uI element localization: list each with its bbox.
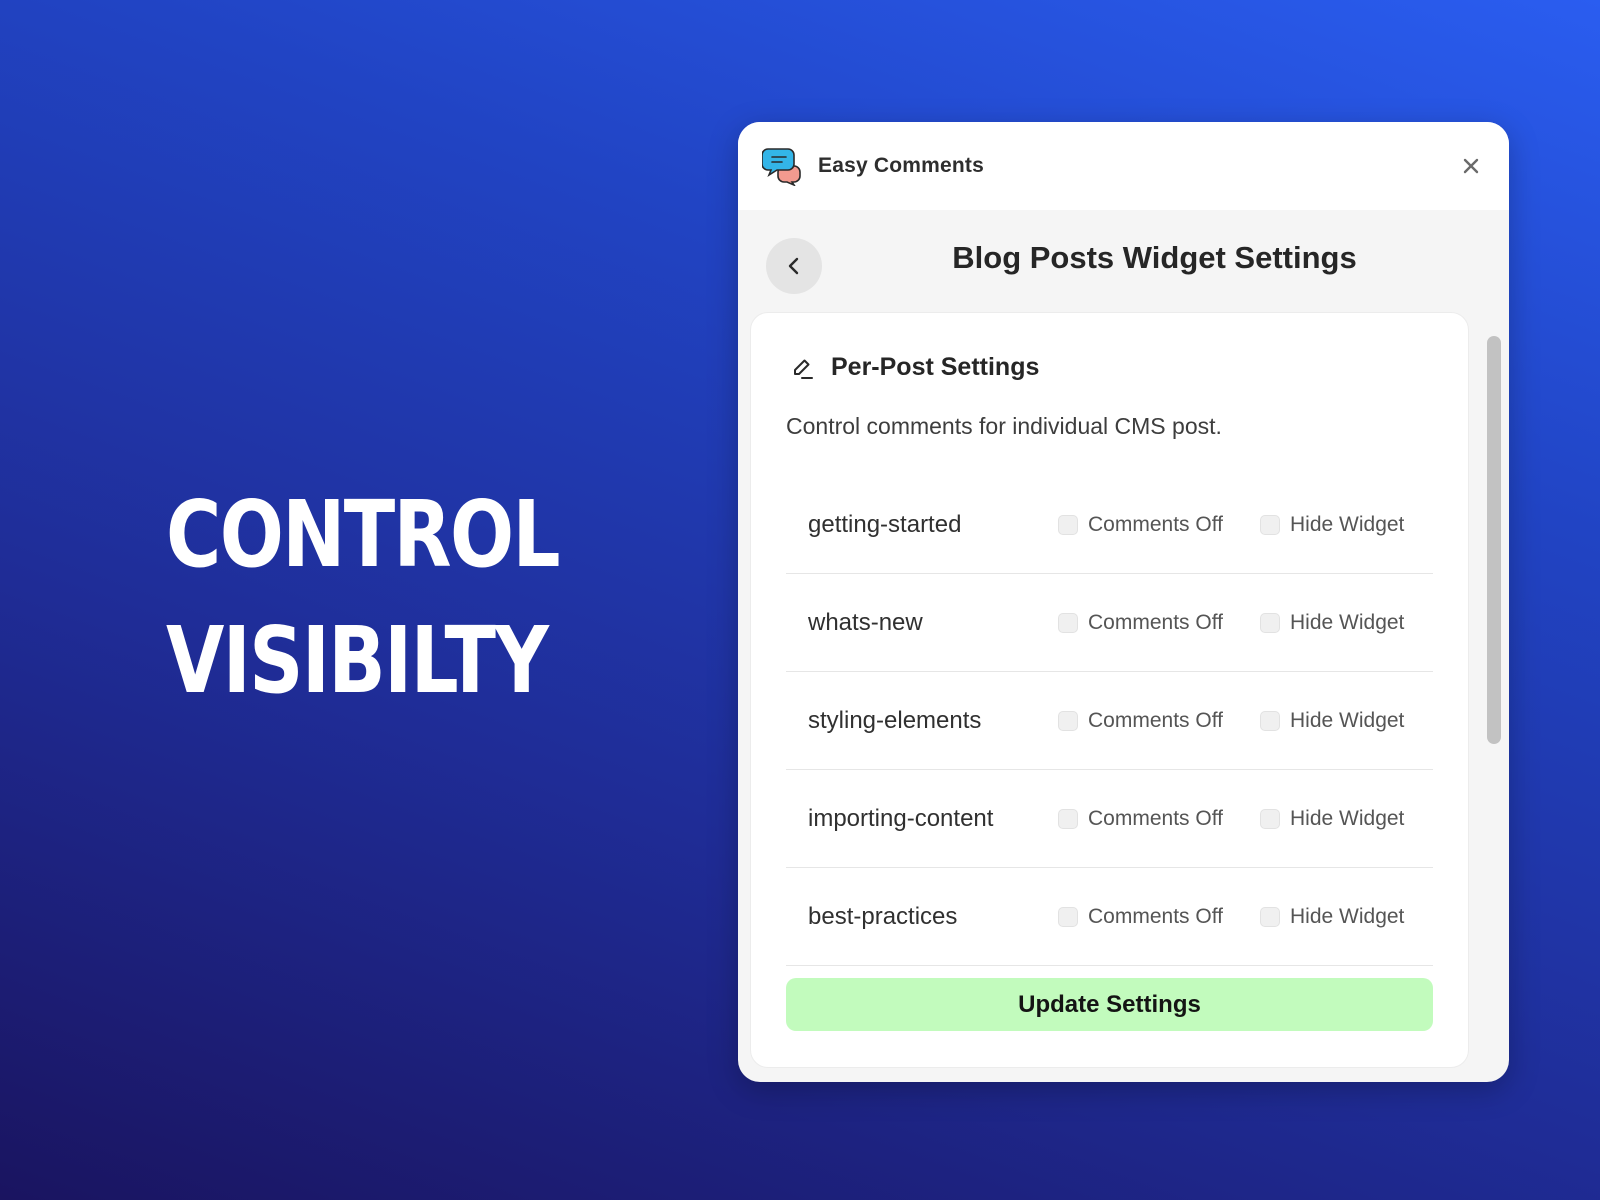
post-slug: styling-elements (808, 706, 982, 734)
hide-widget-option[interactable]: Hide Widget (1260, 905, 1404, 929)
hide-widget-option[interactable]: Hide Widget (1260, 513, 1404, 537)
section-title: Per-Post Settings (831, 353, 1040, 381)
comments-off-label: Comments Off (1088, 806, 1223, 830)
post-slug: whats-new (808, 608, 923, 636)
title-bar: Easy Comments (738, 122, 1509, 210)
headline-line-1: CONTROL (166, 481, 561, 588)
chat-bubbles-icon (762, 148, 801, 186)
hide-widget-checkbox[interactable] (1260, 906, 1280, 927)
comments-off-option[interactable]: Comments Off (1058, 513, 1223, 537)
post-row: whats-new Comments Off Hide Widget (786, 574, 1433, 672)
comments-off-option[interactable]: Comments Off (1058, 611, 1223, 635)
back-button[interactable] (766, 238, 822, 294)
hide-widget-option[interactable]: Hide Widget (1260, 807, 1404, 831)
app-title: Easy Comments (818, 154, 984, 177)
headline: CONTROL VISIBILTY (166, 472, 561, 724)
easy-comments-window: Easy Comments Blog Posts Widget Settings… (738, 122, 1509, 1082)
section-header: Per-Post Settings (791, 353, 1039, 382)
hide-widget-label: Hide Widget (1290, 610, 1405, 634)
settings-content: Blog Posts Widget Settings Per-Post Sett… (738, 210, 1481, 1082)
hide-widget-checkbox[interactable] (1260, 514, 1280, 535)
comments-off-label: Comments Off (1088, 904, 1223, 928)
post-slug: best-practices (808, 902, 958, 930)
headline-line-2: VISIBILTY (166, 607, 549, 714)
pencil-icon (794, 359, 813, 379)
scrollbar-thumb[interactable] (1487, 336, 1501, 744)
comments-off-checkbox[interactable] (1058, 612, 1078, 633)
chevron-left-icon (788, 257, 799, 275)
hide-widget-checkbox[interactable] (1260, 808, 1280, 829)
section-description: Control comments for individual CMS post… (786, 413, 1222, 439)
comments-off-label: Comments Off (1088, 512, 1223, 536)
hide-widget-checkbox[interactable] (1260, 710, 1280, 731)
hide-widget-label: Hide Widget (1290, 904, 1405, 928)
comments-off-checkbox[interactable] (1058, 906, 1078, 927)
post-list: getting-started Comments Off Hide Widget… (786, 476, 1433, 966)
comments-off-option[interactable]: Comments Off (1058, 905, 1223, 929)
hide-widget-label: Hide Widget (1290, 806, 1405, 830)
scrollbar[interactable] (1487, 216, 1501, 1068)
close-icon (1463, 158, 1479, 174)
update-settings-button[interactable]: Update Settings (786, 978, 1433, 1031)
post-row: getting-started Comments Off Hide Widget (786, 476, 1433, 574)
post-row: styling-elements Comments Off Hide Widge… (786, 672, 1433, 770)
post-slug: importing-content (808, 804, 994, 832)
hide-widget-checkbox[interactable] (1260, 612, 1280, 633)
post-slug: getting-started (808, 510, 962, 538)
comments-off-checkbox[interactable] (1058, 710, 1078, 731)
post-row: importing-content Comments Off Hide Widg… (786, 770, 1433, 868)
hide-widget-option[interactable]: Hide Widget (1260, 611, 1404, 635)
comments-off-checkbox[interactable] (1058, 514, 1078, 535)
page-title: Blog Posts Widget Settings (952, 240, 1357, 275)
post-row: best-practices Comments Off Hide Widget (786, 868, 1433, 966)
comments-off-label: Comments Off (1088, 610, 1223, 634)
per-post-settings-card: Per-Post Settings Control comments for i… (750, 312, 1469, 1068)
comments-off-option[interactable]: Comments Off (1058, 807, 1223, 831)
hide-widget-label: Hide Widget (1290, 708, 1405, 732)
comments-off-checkbox[interactable] (1058, 808, 1078, 829)
comments-off-label: Comments Off (1088, 708, 1223, 732)
close-button[interactable] (1457, 152, 1485, 180)
hide-widget-option[interactable]: Hide Widget (1260, 709, 1404, 733)
hide-widget-label: Hide Widget (1290, 512, 1405, 536)
comments-off-option[interactable]: Comments Off (1058, 709, 1223, 733)
